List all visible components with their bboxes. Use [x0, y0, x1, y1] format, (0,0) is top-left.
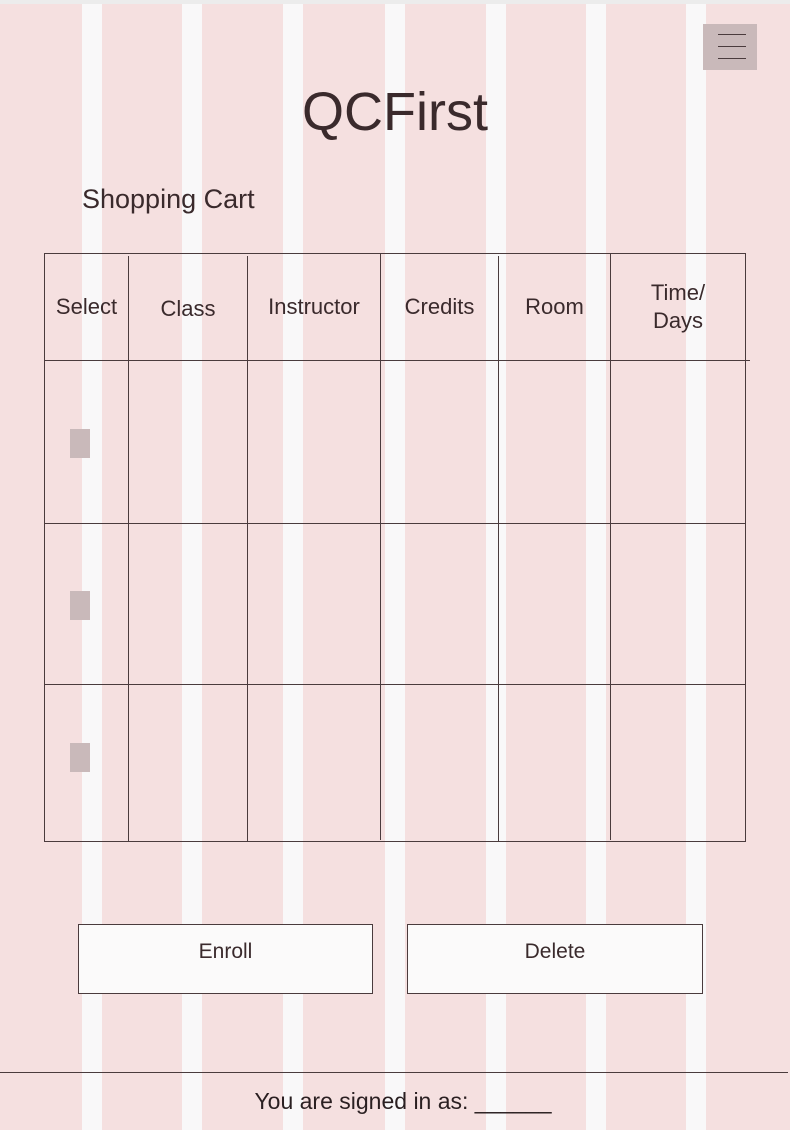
menu-bar [718, 34, 746, 35]
row-divider [45, 684, 745, 685]
row-select-checkbox[interactable] [70, 429, 90, 458]
row-divider [45, 523, 745, 524]
row-divider [45, 360, 750, 361]
hamburger-menu-icon[interactable] [703, 24, 757, 70]
column-header-select: Select [55, 294, 118, 319]
row-select-checkbox[interactable] [70, 743, 90, 772]
column-header-class: Class [160, 296, 216, 321]
signed-in-status: You are signed in as: ______ [254, 1088, 552, 1114]
column-header-instructor: Instructor [268, 294, 360, 319]
menu-bar [718, 46, 746, 47]
menu-bar [718, 58, 746, 59]
enroll-button[interactable]: Enroll [78, 924, 373, 994]
shopping-cart-heading: Shopping Cart [82, 184, 255, 214]
delete-button[interactable]: Delete [407, 924, 703, 994]
page-title: QCFirst [302, 82, 488, 142]
shopping-cart-table: Select Class Instructor Credits Room Tim… [44, 253, 750, 842]
row-select-checkbox[interactable] [70, 591, 90, 620]
column-header-room: Room [525, 294, 584, 319]
footer-divider [0, 1072, 788, 1073]
column-header-time-days: Time/ Days [650, 280, 706, 333]
column-header-credits: Credits [404, 294, 475, 319]
